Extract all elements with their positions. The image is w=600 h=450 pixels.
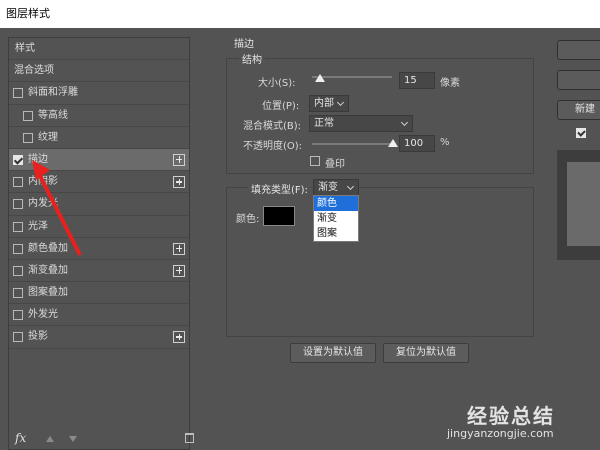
sidebar-item-checkbox[interactable] bbox=[13, 154, 23, 165]
add-effect-icon[interactable] bbox=[173, 176, 185, 189]
sidebar-item-checkbox[interactable] bbox=[23, 110, 33, 121]
size-label: 大小(S): bbox=[258, 78, 296, 89]
cancel-button[interactable] bbox=[557, 70, 600, 90]
sidebar-item-checkbox[interactable] bbox=[13, 310, 23, 321]
fill-type-value: 渐变 bbox=[318, 182, 338, 193]
sidebar-item[interactable]: 图案叠加 bbox=[9, 282, 189, 305]
annotation-arrow bbox=[32, 160, 82, 256]
chevron-down-icon bbox=[336, 98, 345, 107]
new-style-button[interactable]: 新建 bbox=[557, 100, 600, 120]
watermark-url: jingyanzongjie.com bbox=[447, 427, 554, 440]
window-title: 图层样式 bbox=[6, 7, 50, 20]
window-title-bar: 图层样式 bbox=[0, 0, 600, 28]
sidebar-item-label: 外发光 bbox=[28, 309, 58, 321]
size-unit: 像素 bbox=[440, 78, 460, 89]
add-effect-icon[interactable] bbox=[173, 264, 185, 277]
color-label: 颜色: bbox=[236, 214, 260, 225]
sidebar-item[interactable]: 等高线 bbox=[9, 105, 189, 127]
opacity-unit: % bbox=[440, 137, 450, 148]
opacity-input[interactable]: 100 bbox=[399, 135, 435, 152]
sidebar-item-checkbox[interactable] bbox=[13, 199, 23, 210]
fill-type-dropdown[interactable]: 渐变 bbox=[313, 179, 359, 196]
overprint-checkbox[interactable] bbox=[310, 156, 320, 166]
structure-group-title: 结构 bbox=[239, 51, 265, 66]
sidebar-item-label: 投影 bbox=[28, 331, 48, 343]
watermark-brand: 经验总结 bbox=[467, 404, 555, 428]
sidebar-item[interactable]: 投影 bbox=[9, 326, 189, 349]
sidebar-item-checkbox[interactable] bbox=[13, 177, 23, 188]
overprint-label: 叠印 bbox=[325, 159, 345, 170]
reset-default-button[interactable]: 复位为默认值 bbox=[383, 343, 469, 363]
position-value: 内部 bbox=[314, 98, 334, 109]
stroke-panel-title: 描边 bbox=[234, 39, 254, 50]
style-preview-swatch bbox=[567, 162, 600, 246]
sidebar-item-checkbox[interactable] bbox=[23, 132, 33, 143]
new-style-label: 新建 bbox=[575, 104, 595, 115]
sidebar-item-label: 纹理 bbox=[38, 131, 58, 143]
sidebar-item-label: 斜面和浮雕 bbox=[28, 87, 78, 99]
preview-checkbox[interactable] bbox=[576, 128, 586, 138]
sidebar-header-styles[interactable]: 样式 bbox=[9, 38, 189, 61]
opacity-slider-thumb[interactable] bbox=[388, 139, 398, 147]
fill-type-label: 填充类型(F): bbox=[248, 181, 311, 196]
sidebar-item-checkbox[interactable] bbox=[13, 288, 23, 299]
sidebar-item-checkbox[interactable] bbox=[13, 221, 23, 232]
sidebar-item-checkbox[interactable] bbox=[13, 88, 23, 99]
fill-type-option[interactable]: 图案 bbox=[314, 226, 358, 241]
sidebar-item-label: 混合选项 bbox=[14, 65, 54, 77]
position-dropdown[interactable]: 内部 bbox=[309, 95, 349, 112]
move-up-icon[interactable] bbox=[46, 436, 54, 442]
style-preview bbox=[557, 150, 600, 260]
sidebar-item-label: 等高线 bbox=[38, 109, 68, 121]
sidebar-footer: fx bbox=[8, 430, 194, 450]
size-input[interactable]: 15 bbox=[399, 72, 435, 89]
position-label: 位置(P): bbox=[262, 101, 300, 112]
sidebar-item[interactable]: 纹理 bbox=[9, 127, 189, 149]
set-default-button[interactable]: 设置为默认值 bbox=[290, 343, 376, 363]
chevron-down-icon bbox=[400, 118, 409, 127]
sidebar-item[interactable]: 混合选项 bbox=[9, 60, 189, 83]
fill-type-option[interactable]: 颜色 bbox=[314, 196, 358, 211]
fill-type-options-popup: 颜色 渐变 图案 bbox=[313, 195, 359, 242]
add-effect-icon[interactable] bbox=[173, 242, 185, 255]
add-effect-icon[interactable] bbox=[173, 153, 185, 166]
sidebar-item[interactable]: 渐变叠加 bbox=[9, 260, 189, 283]
sidebar-item-label: 图案叠加 bbox=[28, 287, 68, 299]
blend-mode-label: 混合模式(B): bbox=[243, 121, 302, 132]
trash-icon[interactable] bbox=[185, 433, 194, 443]
blend-mode-dropdown[interactable]: 正常 bbox=[309, 115, 413, 132]
fx-menu-icon[interactable]: fx bbox=[15, 431, 26, 445]
opacity-slider-track[interactable] bbox=[312, 143, 396, 145]
opacity-label: 不透明度(O): bbox=[243, 141, 303, 152]
ok-button[interactable] bbox=[557, 40, 600, 60]
sidebar-item[interactable]: 斜面和浮雕 bbox=[9, 82, 189, 105]
add-effect-icon[interactable] bbox=[173, 331, 185, 344]
color-swatch[interactable] bbox=[263, 206, 295, 226]
move-down-icon[interactable] bbox=[69, 436, 77, 442]
sidebar-item[interactable]: 外发光 bbox=[9, 304, 189, 327]
sidebar-item-checkbox[interactable] bbox=[13, 265, 23, 276]
sidebar-item-label: 渐变叠加 bbox=[28, 264, 68, 276]
blend-mode-value: 正常 bbox=[314, 118, 334, 129]
sidebar-header-label: 样式 bbox=[15, 43, 35, 54]
sidebar-item-checkbox[interactable] bbox=[13, 243, 23, 254]
size-slider-thumb[interactable] bbox=[315, 74, 325, 82]
sidebar-item-checkbox[interactable] bbox=[13, 332, 23, 343]
fill-type-option[interactable]: 渐变 bbox=[314, 211, 358, 226]
chevron-down-icon bbox=[346, 182, 355, 191]
